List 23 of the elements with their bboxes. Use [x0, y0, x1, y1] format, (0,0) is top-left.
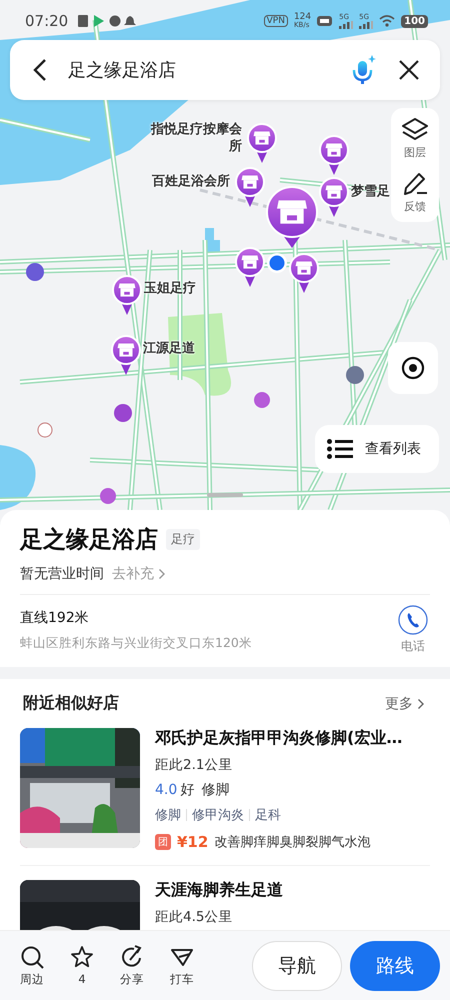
shop-distance: 距此2.1公里: [155, 756, 234, 774]
vpn-badge: VPN: [264, 15, 288, 27]
deal-price: ¥12: [177, 833, 208, 851]
rating-text: 好: [180, 781, 194, 799]
battery-indicator: 100: [401, 14, 428, 28]
distance-text: 直线192米: [20, 608, 90, 626]
shop-name: 邓氏护足灰指甲甲沟炎修脚(宏业…: [155, 728, 402, 749]
status-time: 07:20: [25, 12, 68, 30]
place-name: 足之缘足浴店: [20, 526, 158, 555]
deal-description: 改善脚痒脚臭脚裂脚气水泡: [214, 834, 370, 851]
category-tag: 足疗: [166, 529, 200, 550]
shop-tag: 修甲沟炎: [192, 806, 244, 824]
rating-score: 4.0: [155, 782, 178, 798]
shop-name: 天涯海脚养生足道: [155, 880, 283, 901]
shop-tag: 修脚: [155, 806, 181, 824]
shop-tag: 足科: [255, 806, 281, 824]
shop-distance: 距此4.5公里: [155, 908, 234, 926]
shop-category: 修脚: [201, 781, 230, 799]
address-text: 蚌山区胜利东路与兴业街交叉口东120米: [20, 634, 253, 652]
business-hours: 暂无营业时间: [20, 565, 104, 583]
network-speed: 124: [294, 13, 312, 22]
group-deal-badge: 团: [155, 834, 171, 850]
section-title: 附近相似好店: [23, 693, 119, 714]
